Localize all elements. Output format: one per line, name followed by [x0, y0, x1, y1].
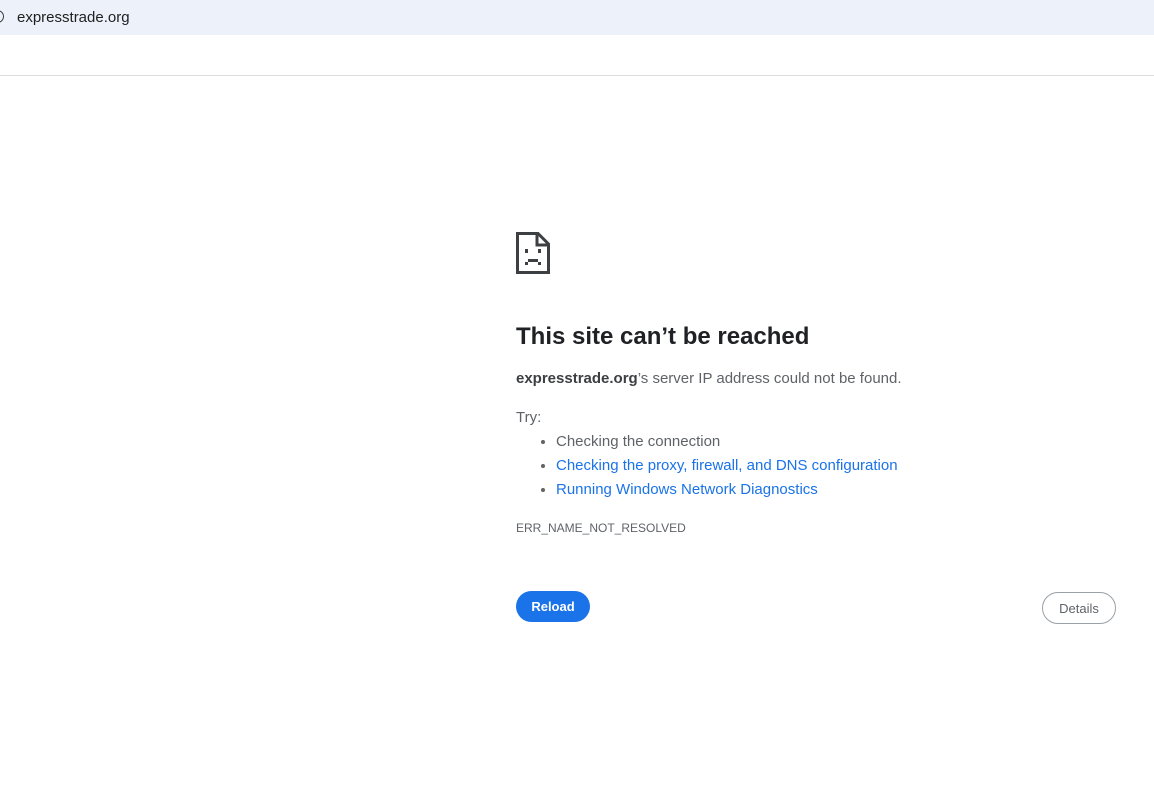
error-code: ERR_NAME_NOT_RESOLVED [516, 521, 686, 535]
details-button[interactable]: Details [1042, 592, 1116, 624]
suggestions-list: Checking the connection Checking the pro… [516, 430, 898, 502]
error-title: This site can’t be reached [516, 323, 810, 350]
suggestion-network-diagnostics: Running Windows Network Diagnostics [556, 478, 898, 502]
suggestion-check-proxy: Checking the proxy, firewall, and DNS co… [556, 454, 898, 478]
network-diagnostics-link[interactable]: Running Windows Network Diagnostics [556, 481, 818, 498]
url-text[interactable]: expresstrade.org [17, 9, 130, 26]
error-summary: expresstrade.org’s server IP address cou… [516, 370, 902, 387]
check-proxy-link[interactable]: Checking the proxy, firewall, and DNS co… [556, 457, 898, 474]
error-summary-text: ’s server IP address could not be found. [637, 370, 902, 387]
address-bar[interactable]: expresstrade.org [0, 0, 1154, 35]
suggestion-check-connection: Checking the connection [556, 430, 898, 454]
try-label: Try: [516, 409, 542, 426]
sad-page-icon [516, 232, 550, 274]
site-info-icon[interactable] [0, 10, 4, 23]
suggestion-label: Checking the connection [556, 433, 721, 450]
toolbar-divider [0, 75, 1154, 76]
error-host: expresstrade.org [516, 370, 638, 387]
reload-button[interactable]: Reload [516, 591, 590, 622]
